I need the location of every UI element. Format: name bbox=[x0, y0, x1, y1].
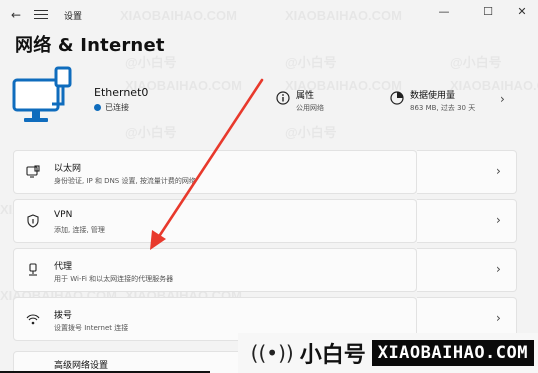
shield-icon bbox=[27, 214, 39, 228]
chevron-right-icon[interactable]: › bbox=[496, 262, 501, 276]
chevron-right-icon[interactable]: › bbox=[496, 213, 501, 227]
pie-usage-icon bbox=[390, 91, 404, 105]
ethernet-icon bbox=[26, 165, 40, 178]
watermark-banner: ((•)) 小白号 XIAOBAIHAO.COM bbox=[238, 333, 538, 373]
setting-title: 代理 bbox=[54, 262, 73, 272]
properties-title: 属性 bbox=[296, 91, 315, 101]
setting-card-ethernet[interactable]: 以太网 身份验证, IP 和 DNS 设置, 按流量计费的网络 bbox=[13, 150, 417, 194]
minimize-button[interactable]: — bbox=[434, 4, 454, 20]
setting-title: VPN bbox=[54, 210, 73, 220]
watermark-faint: @小白号 bbox=[450, 55, 502, 70]
connection-status: 已连接 bbox=[94, 102, 129, 113]
setting-title: 高级网络设置 bbox=[54, 361, 109, 371]
ethernet-monitor-icon bbox=[12, 66, 72, 122]
setting-title: 拨号 bbox=[54, 311, 73, 321]
setting-subtitle: 用于 Wi-Fi 和以太网连接的代理服务器 bbox=[54, 275, 174, 283]
setting-subtitle: 身份验证, IP 和 DNS 设置, 按流量计费的网络 bbox=[54, 177, 196, 185]
connection-status-label: 已连接 bbox=[105, 103, 129, 112]
setting-title: 以太网 bbox=[54, 164, 82, 174]
data-usage-title: 数据使用量 bbox=[410, 91, 456, 101]
watermark-faint: @小白号 bbox=[285, 125, 337, 140]
setting-subtitle: 添加, 连接, 管理 bbox=[54, 226, 105, 234]
setting-card-proxy-right[interactable] bbox=[417, 248, 517, 292]
setting-card-proxy[interactable]: 代理 用于 Wi-Fi 和以太网连接的代理服务器 bbox=[13, 248, 417, 292]
proxy-icon bbox=[29, 263, 37, 276]
watermark-faint: @小白号 bbox=[125, 125, 177, 140]
device-name: Ethernet0 bbox=[94, 86, 149, 99]
info-icon bbox=[276, 91, 290, 105]
connected-dot-icon bbox=[94, 104, 101, 111]
data-usage-link[interactable]: 数据使用量 863 MB, 过去 30 天 bbox=[390, 88, 475, 113]
dialup-icon bbox=[26, 314, 40, 325]
watermark-faint: @小白号 bbox=[285, 55, 337, 70]
setting-subtitle: 设置拨号 Internet 连接 bbox=[54, 324, 129, 332]
chevron-right-icon[interactable]: › bbox=[500, 92, 505, 106]
setting-card-ethernet-right[interactable] bbox=[417, 150, 517, 194]
page-title: 网络 & Internet bbox=[15, 35, 165, 56]
watermark-cn: 小白号 bbox=[299, 343, 366, 368]
chevron-right-icon[interactable]: › bbox=[496, 164, 501, 178]
close-button[interactable]: ✕ bbox=[512, 4, 532, 20]
properties-subtitle: 公用网络 bbox=[296, 104, 324, 112]
setting-card-vpn-right[interactable] bbox=[417, 199, 517, 243]
maximize-button[interactable]: ☐ bbox=[478, 4, 498, 20]
data-usage-subtitle: 863 MB, 过去 30 天 bbox=[410, 104, 476, 112]
broadcast-icon: ((•)) bbox=[250, 341, 294, 365]
properties-link[interactable]: 属性 公用网络 bbox=[276, 88, 324, 113]
back-arrow-icon[interactable]: ← bbox=[8, 7, 24, 23]
watermark-en: XIAOBAIHAO.COM bbox=[371, 340, 534, 366]
chevron-right-icon[interactable]: › bbox=[496, 311, 501, 325]
window-title: 设置 bbox=[64, 12, 83, 22]
title-bar: ← 设置 — ☐ ✕ bbox=[0, 0, 538, 30]
setting-card-vpn[interactable]: VPN 添加, 连接, 管理 bbox=[13, 199, 417, 243]
hamburger-icon[interactable] bbox=[34, 7, 48, 21]
